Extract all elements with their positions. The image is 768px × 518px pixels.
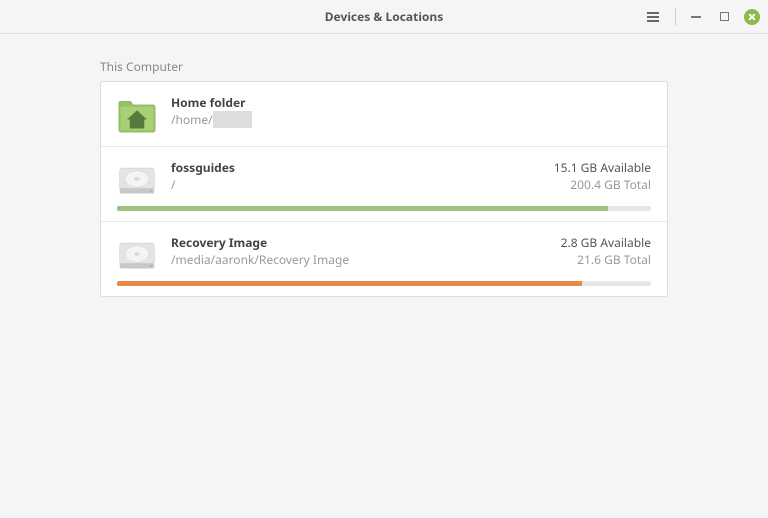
location-info: Recovery Image /media/aaronk/Recovery Im… [171, 234, 561, 268]
content-area: This Computer Home folder /home/aaronk [0, 34, 768, 297]
location-usage: 2.8 GB Available 21.6 GB Total [561, 234, 651, 268]
location-title: Recovery Image [171, 234, 561, 251]
locations-card: Home folder /home/aaronk fossguides / [100, 81, 668, 297]
total-text: 200.4 GB Total [554, 176, 651, 193]
location-usage: 15.1 GB Available 200.4 GB Total [554, 159, 651, 193]
location-info: fossguides / [171, 159, 554, 193]
location-path: / [171, 176, 554, 193]
location-row-recovery[interactable]: Recovery Image /media/aaronk/Recovery Im… [101, 221, 667, 296]
close-button[interactable] [744, 9, 760, 25]
window-title: Devices & Locations [325, 8, 443, 25]
minimize-button[interactable] [688, 9, 704, 25]
hamburger-menu-icon[interactable] [643, 8, 663, 26]
disk-icon [117, 234, 157, 274]
window-controls [643, 8, 760, 26]
disk-icon [117, 159, 157, 199]
location-path: /media/aaronk/Recovery Image [171, 251, 561, 268]
location-title: Home folder [171, 94, 651, 111]
folder-home-icon [117, 94, 157, 134]
location-title: fossguides [171, 159, 554, 176]
location-path: /home/aaronk [171, 111, 651, 128]
location-info: Home folder /home/aaronk [171, 94, 651, 128]
total-text: 21.6 GB Total [561, 251, 651, 268]
maximize-button[interactable] [716, 9, 732, 25]
titlebar: Devices & Locations [0, 0, 768, 34]
usage-bar [117, 281, 651, 286]
usage-bar [117, 206, 651, 211]
location-row-home[interactable]: Home folder /home/aaronk [101, 82, 667, 146]
section-header: This Computer [100, 58, 668, 75]
available-text: 15.1 GB Available [554, 159, 651, 176]
available-text: 2.8 GB Available [561, 234, 651, 251]
divider [675, 8, 676, 26]
location-row-root[interactable]: fossguides / 15.1 GB Available 200.4 GB … [101, 146, 667, 221]
